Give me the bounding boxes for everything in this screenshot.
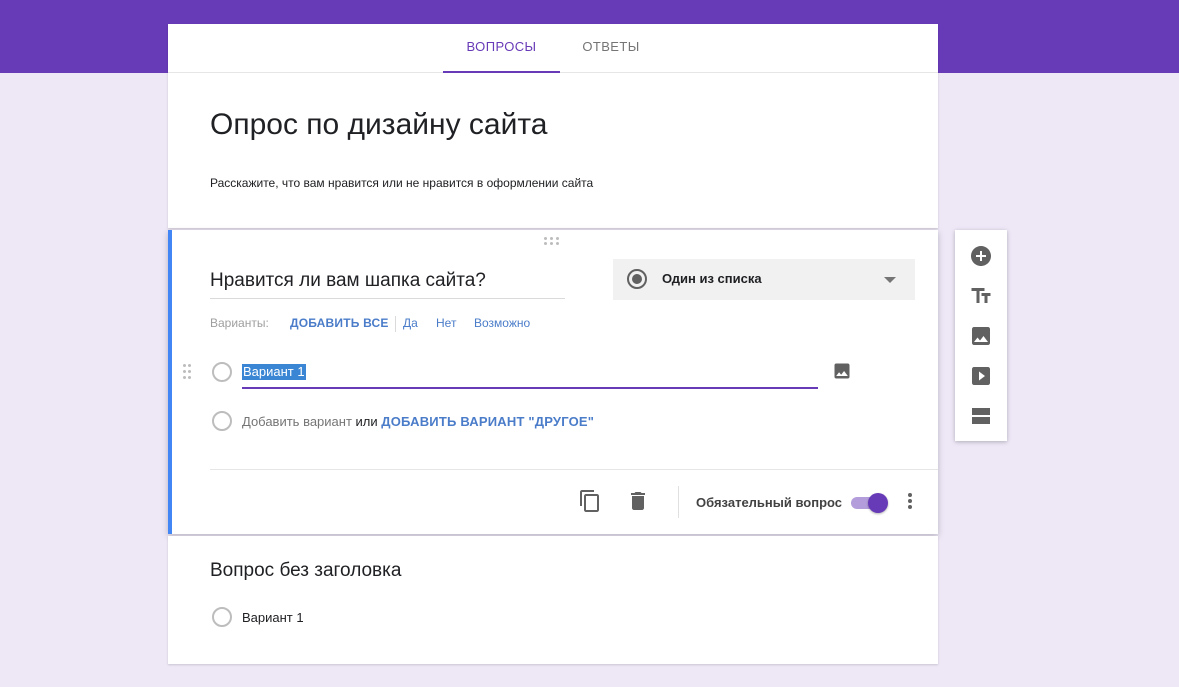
form-header-card: ВОПРОСЫ ОТВЕТЫ Опрос по дизайну сайта Ра… <box>168 24 938 228</box>
question-card-2[interactable]: Вопрос без заголовка Вариант 1 <box>168 536 938 664</box>
form-title[interactable]: Опрос по дизайну сайта <box>210 108 547 142</box>
add-option-row: Добавить вариант или ДОБАВИТЬ ВАРИАНТ "Д… <box>242 414 594 429</box>
section-icon[interactable] <box>969 404 993 428</box>
tab-bar: ВОПРОСЫ ОТВЕТЫ <box>168 24 938 73</box>
question-type-dropdown[interactable]: Один из списка <box>613 259 915 300</box>
toggle-thumb <box>868 493 888 513</box>
option-1-input[interactable] <box>242 358 818 389</box>
tab-responses[interactable]: ОТВЕТЫ <box>573 24 649 72</box>
video-icon[interactable] <box>969 364 993 388</box>
required-toggle[interactable] <box>851 493 888 513</box>
add-option-radio <box>212 411 232 431</box>
add-other-option-button[interactable]: ДОБАВИТЬ ВАРИАНТ "ДРУГОЕ" <box>381 414 594 429</box>
title-text-icon[interactable] <box>969 284 993 308</box>
card-footer-divider <box>210 469 938 470</box>
required-label: Обязательный вопрос <box>696 495 843 510</box>
add-question-icon[interactable] <box>969 244 993 268</box>
or-label: или <box>355 414 378 429</box>
tab-questions[interactable]: ВОПРОСЫ <box>443 24 560 73</box>
more-options-icon[interactable] <box>900 489 920 513</box>
suggestion-yes[interactable]: Да <box>403 316 418 330</box>
question-card-active[interactable]: Нравится ли вам шапка сайта? Один из спи… <box>168 230 938 534</box>
suggestion-no[interactable]: Нет <box>436 316 456 330</box>
active-card-indicator <box>168 230 172 534</box>
dropdown-arrow-icon <box>884 277 896 283</box>
add-all-button[interactable]: ДОБАВИТЬ ВСЕ <box>290 316 389 330</box>
drag-handle-icon[interactable] <box>544 237 562 247</box>
form-description[interactable]: Расскажите, что вам нравится или не нрав… <box>210 176 593 190</box>
delete-icon[interactable] <box>626 489 650 513</box>
add-option-button[interactable]: Добавить вариант <box>242 414 352 429</box>
variants-label: Варианты: <box>210 316 269 330</box>
floating-toolbar <box>955 230 1007 441</box>
image-icon[interactable] <box>969 324 993 348</box>
radio-type-icon <box>627 269 647 289</box>
question-2-title[interactable]: Вопрос без заголовка <box>210 560 401 582</box>
option-drag-handle-icon[interactable] <box>183 364 191 380</box>
add-image-icon[interactable] <box>832 361 852 381</box>
suggestion-maybe[interactable]: Возможно <box>474 316 530 330</box>
duplicate-icon[interactable] <box>578 489 602 513</box>
question-2-option-1[interactable]: Вариант 1 <box>242 610 304 625</box>
option-radio <box>212 362 232 382</box>
question-title-input[interactable]: Нравится ли вам шапка сайта? <box>210 270 565 299</box>
question-type-label: Один из списка <box>662 271 762 286</box>
option-1-text-selected[interactable]: Вариант 1 <box>242 364 306 380</box>
option-radio <box>212 607 232 627</box>
footer-separator <box>678 486 679 518</box>
separator <box>395 316 396 332</box>
